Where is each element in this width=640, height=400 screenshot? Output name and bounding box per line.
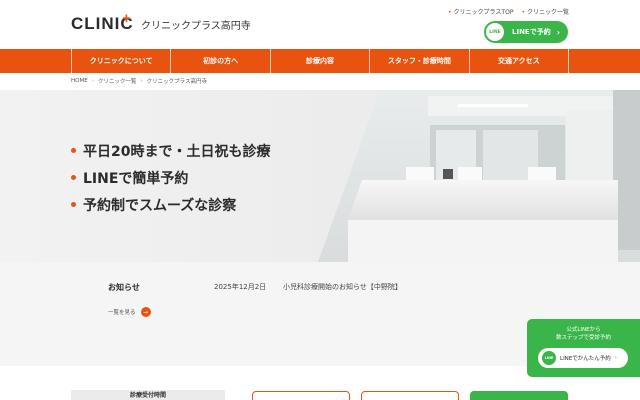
news-more-link[interactable]: 一覧を見る → bbox=[108, 307, 151, 317]
nav-item-access[interactable]: 交通アクセス bbox=[468, 49, 570, 73]
news-link[interactable]: 小児科診療開始のお知らせ【中野院】 bbox=[283, 282, 402, 292]
hero-feature: 予約制でスムーズな診察 bbox=[71, 191, 270, 218]
line-icon: LINE bbox=[486, 23, 504, 41]
logo-plus-icon: + bbox=[122, 10, 131, 27]
arrow-right-icon: → bbox=[140, 307, 151, 317]
hero-feature-text: 平日20時まで・土日祝も診療 bbox=[83, 143, 271, 160]
chevron-right-icon: › bbox=[614, 355, 617, 361]
breadcrumb-current: クリニックプラス高円寺 bbox=[146, 79, 208, 85]
breadcrumb: HOME › クリニック一覧 › クリニックプラス高円寺 bbox=[71, 77, 207, 85]
bullet-icon: • bbox=[448, 9, 452, 16]
global-nav: クリニックについて 初診の方へ 診療内容 スタッフ・診療時間 交通アクセス bbox=[0, 49, 640, 73]
nav-item-first-visit[interactable]: 初診の方へ bbox=[170, 49, 269, 73]
hero-features: 平日20時まで・土日祝も診療 LINEで簡単予約 予約制でスムーズな診察 bbox=[71, 137, 270, 218]
breadcrumb-home[interactable]: HOME bbox=[71, 78, 88, 84]
line-icon: LINE bbox=[542, 351, 556, 365]
top-links: • クリニックプラスTOP • クリニック一覧 bbox=[448, 7, 569, 16]
info-card[interactable] bbox=[252, 391, 350, 400]
breadcrumb-clinic-list[interactable]: クリニック一覧 bbox=[98, 77, 137, 85]
hero: 平日20時まで・土日祝も診療 LINEで簡単予約 予約制でスムーズな診察 bbox=[0, 90, 640, 262]
hero-feature: 平日20時まで・土日祝も診療 bbox=[71, 137, 270, 164]
hours-title: 診療受付時間 bbox=[71, 390, 225, 400]
floating-line-text: 公式LINEから 数ステップで受診予約 bbox=[555, 327, 611, 341]
top-link-clinicplus[interactable]: • クリニックプラスTOP bbox=[448, 7, 513, 16]
line-reserve-label: LINEで予約 bbox=[512, 28, 551, 36]
nav-item-services[interactable]: 診療内容 bbox=[269, 49, 369, 73]
site-name: クリニックプラス高円寺 bbox=[141, 21, 251, 32]
bullet-icon bbox=[71, 148, 76, 153]
page: CLINIC + クリニックプラス高円寺 • クリニックプラスTOP • クリニック… bbox=[0, 0, 640, 400]
news-title: お知らせ bbox=[108, 283, 140, 292]
floating-line-button[interactable]: LINE LINEでかんたん予約 › bbox=[538, 348, 628, 368]
clinic-reception-photo bbox=[318, 90, 640, 262]
news-more-label: 一覧を見る bbox=[108, 310, 136, 316]
header: CLINIC + クリニックプラス高円寺 • クリニックプラスTOP • クリニック… bbox=[0, 0, 640, 49]
line-reserve-button[interactable]: LINE LINEで予約 › bbox=[484, 21, 568, 43]
news-date: 2025年12月2日 bbox=[214, 283, 267, 291]
chevron-right-icon: › bbox=[140, 78, 143, 84]
info-card[interactable] bbox=[361, 391, 459, 400]
chevron-right-icon: › bbox=[91, 78, 94, 84]
bullet-icon bbox=[71, 175, 76, 180]
chevron-right-icon: › bbox=[556, 27, 561, 37]
floating-line-label: LINEでかんたん予約 bbox=[560, 356, 611, 362]
hero-feature: LINEで簡単予約 bbox=[71, 164, 270, 191]
nav-item-staff-hours[interactable]: スタッフ・診療時間 bbox=[369, 49, 468, 73]
bullet-icon bbox=[71, 202, 76, 207]
floating-line-panel: 公式LINEから 数ステップで受診予約 LINE LINEでかんたん予約 › bbox=[527, 319, 640, 377]
top-link-clinic-list[interactable]: • クリニック一覧 bbox=[521, 7, 569, 16]
line-card[interactable] bbox=[470, 391, 568, 400]
nav-item-about[interactable]: クリニックについて bbox=[71, 49, 170, 73]
hero-feature-text: LINEで簡単予約 bbox=[83, 170, 189, 187]
hero-feature-text: 予約制でスムーズな診察 bbox=[83, 197, 237, 214]
bullet-icon: • bbox=[521, 9, 525, 16]
